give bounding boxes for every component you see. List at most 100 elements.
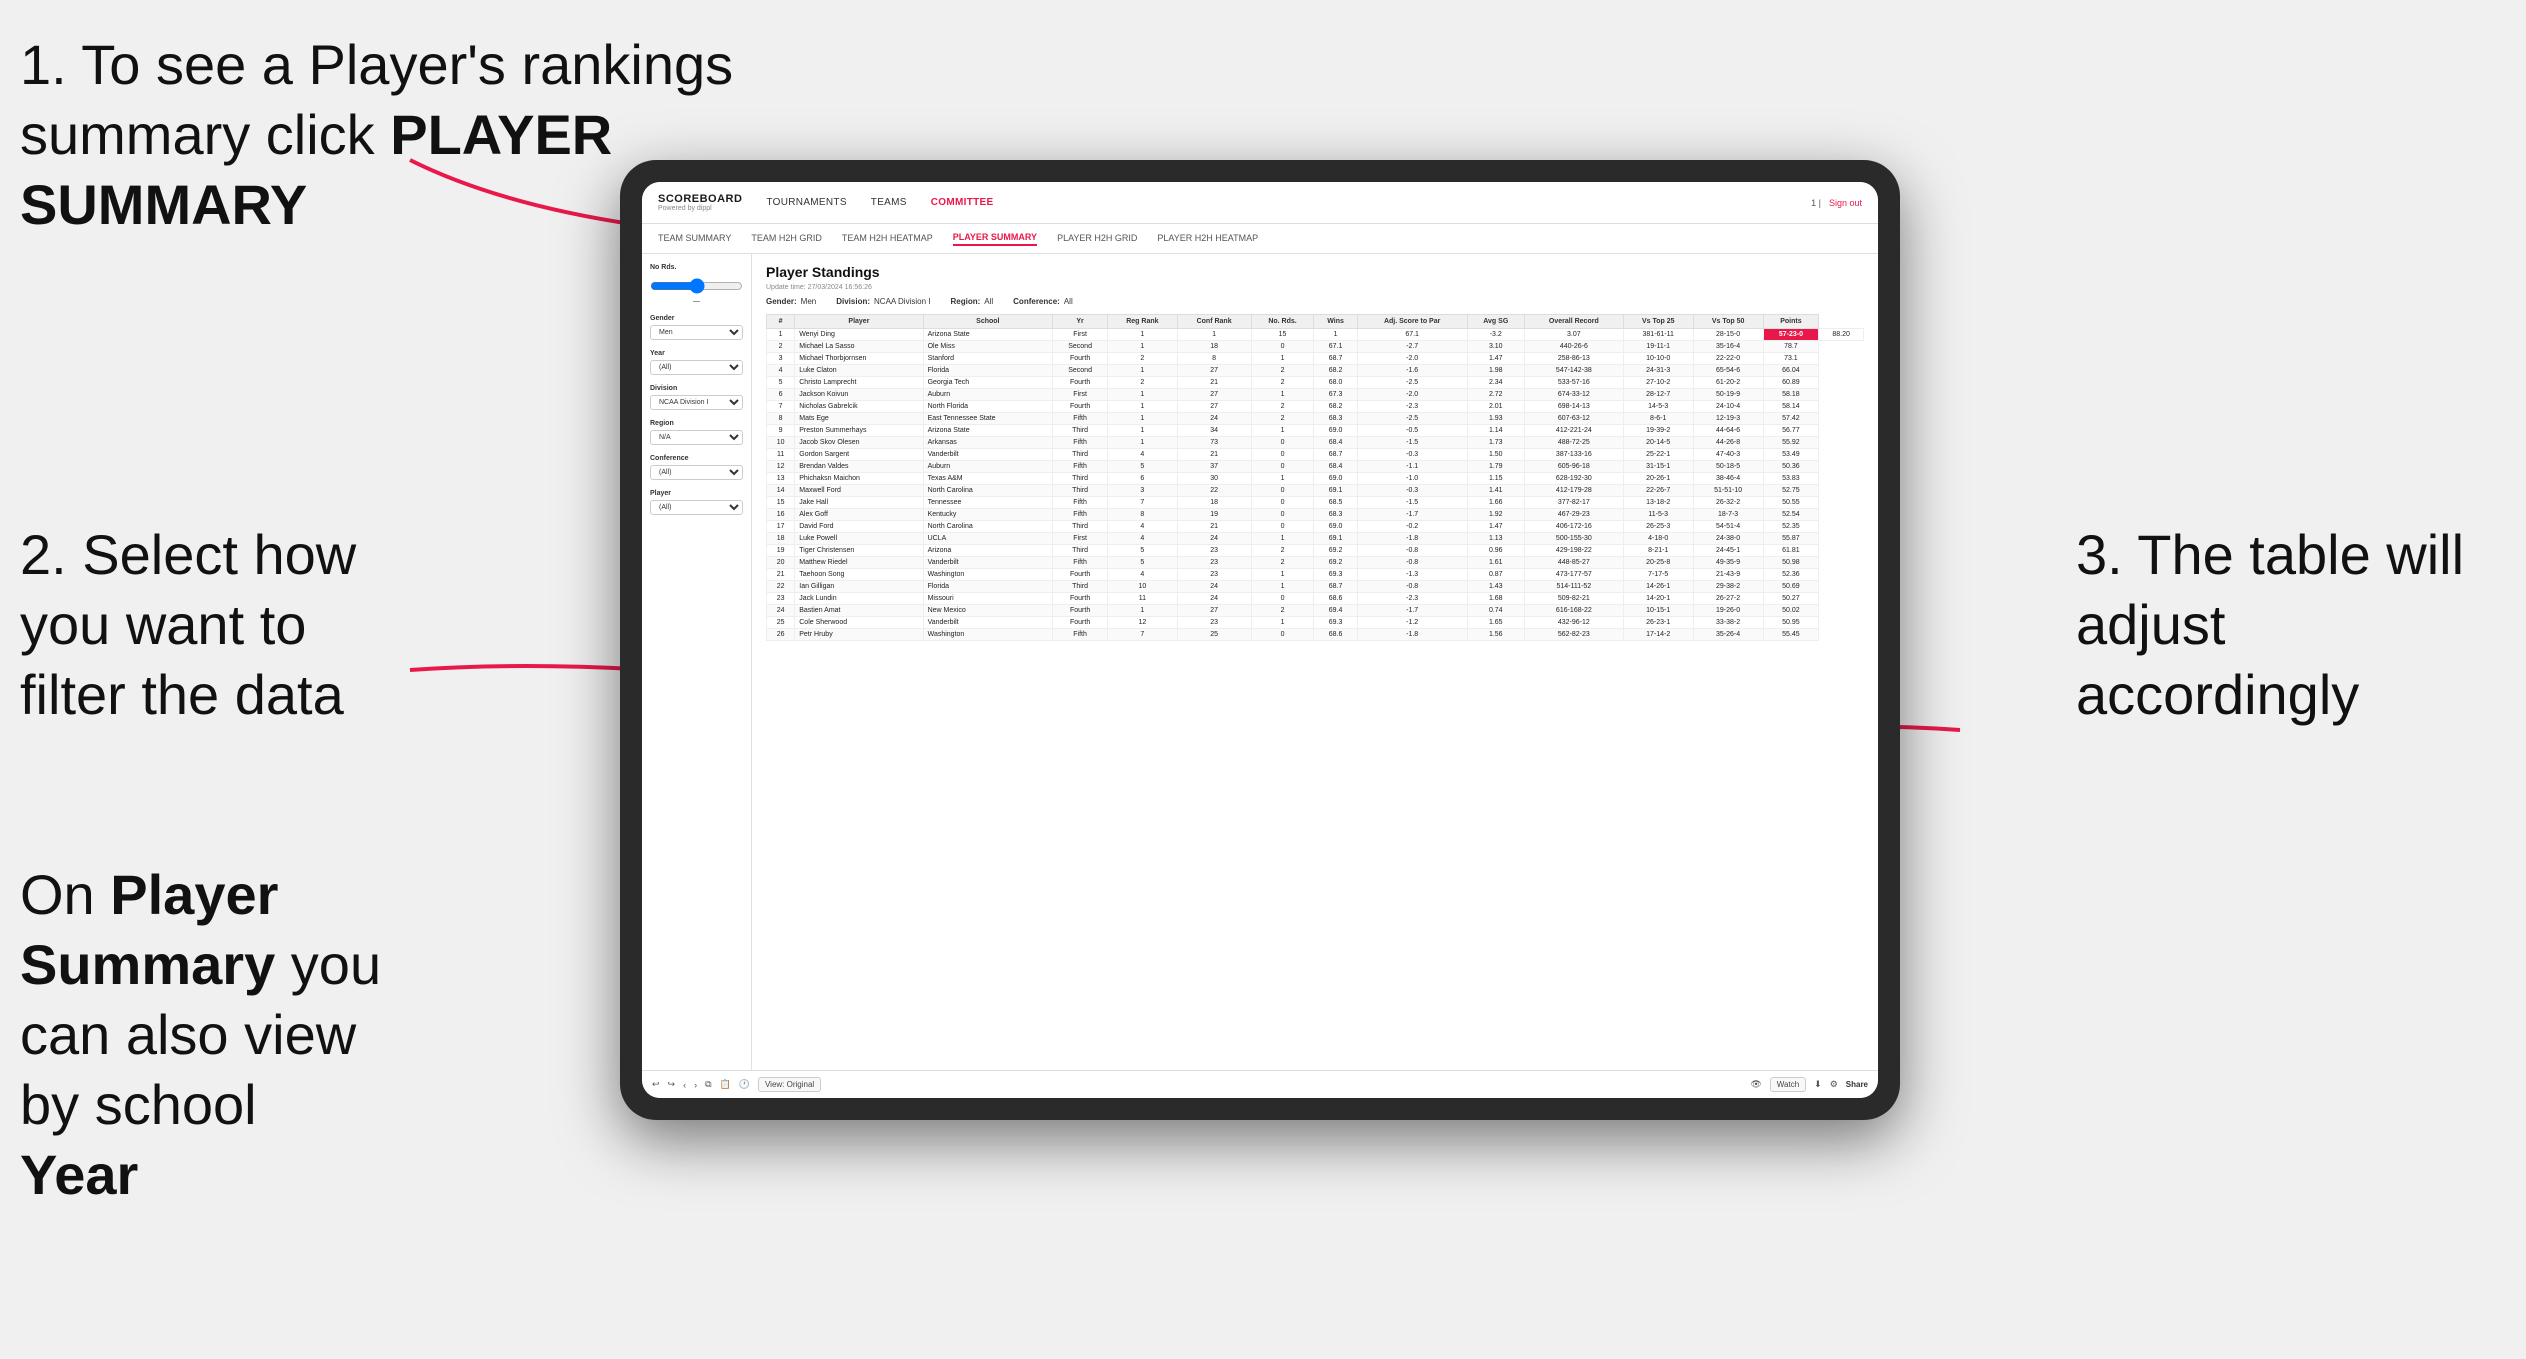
back-icon[interactable]: ‹ <box>683 1080 686 1090</box>
nav-committee[interactable]: COMMITTEE <box>931 197 994 208</box>
sidebar-player: Player (All) <box>650 490 743 515</box>
annotation-right: 3. The table will adjust accordingly <box>2076 520 2496 730</box>
subnav-player-summary[interactable]: PLAYER SUMMARY <box>953 232 1037 246</box>
annotation-bottom-bold1: Player <box>110 863 278 926</box>
nav-tournaments[interactable]: TOURNAMENTS <box>766 197 846 208</box>
sidebar-year: Year (All) <box>650 350 743 375</box>
watch-button[interactable]: Watch <box>1770 1077 1806 1092</box>
sidebar-player-select[interactable]: (All) <box>650 500 743 515</box>
tablet-screen: SCOREBOARD Powered by dippl TOURNAMENTS … <box>642 182 1878 1098</box>
annotation-line1: 1. To see a Player's rankings <box>20 33 733 96</box>
subnav-player-h2h-heatmap[interactable]: PLAYER H2H HEATMAP <box>1157 233 1258 245</box>
redo-icon[interactable]: ↪ <box>668 1079 676 1090</box>
annotation-bottom-on: On <box>20 863 110 926</box>
table-header: Player Standings Update time: 27/03/2024… <box>766 264 1864 306</box>
sidebar-conference-label: Conference <box>650 455 743 462</box>
annotation-right-line1: 3. The table will <box>2076 523 2464 586</box>
sidebar-player-label: Player <box>650 490 743 497</box>
sign-out-link[interactable]: Sign out <box>1829 198 1862 208</box>
annotation-right-line2: adjust accordingly <box>2076 593 2359 726</box>
watch-icon[interactable]: 👁 <box>1750 1079 1761 1090</box>
undo-icon[interactable]: ↩ <box>652 1079 660 1090</box>
table-row: 13Phichaksn MaichonTexas A&MThird630169.… <box>767 473 1864 485</box>
annotation-bottom-canalso: can also view <box>20 1003 356 1066</box>
col-avg-sg: Avg SG <box>1467 315 1524 329</box>
subnav-player-h2h-grid[interactable]: PLAYER H2H GRID <box>1057 233 1137 245</box>
sidebar-gender-select[interactable]: Men <box>650 325 743 340</box>
sidebar-year-label: Year <box>650 350 743 357</box>
copy-icon[interactable]: ⧉ <box>705 1079 711 1090</box>
table-update: Update time: 27/03/2024 16:56:26 <box>766 284 1864 291</box>
annotation-middle-line1: 2. Select how <box>20 523 356 586</box>
table-row: 2Michael La SassoOle MissSecond118067.1-… <box>767 341 1864 353</box>
table-row: 24Bastien AmatNew MexicoFourth127269.4-1… <box>767 605 1864 617</box>
table-row: 8Mats EgeEast Tennessee StateFifth124268… <box>767 413 1864 425</box>
subnav-team-summary[interactable]: TEAM SUMMARY <box>658 233 731 245</box>
nav-right: 1 | Sign out <box>1811 198 1862 208</box>
table-row: 22Ian GilliganFloridaThird1024168.7-0.81… <box>767 581 1864 593</box>
filter-division-value: NCAA Division I <box>874 297 930 306</box>
clock-icon[interactable]: 🕐 <box>739 1079 750 1090</box>
table-row: 14Maxwell FordNorth CarolinaThird322069.… <box>767 485 1864 497</box>
sidebar-division: Division NCAA Division I <box>650 385 743 410</box>
annotation-bottom-left: On Player Summary you can also view by s… <box>20 860 390 1210</box>
sidebar-no-rds: No Rds. — <box>650 264 743 305</box>
sidebar-division-label: Division <box>650 385 743 392</box>
nav-links: TOURNAMENTS TEAMS COMMITTEE <box>766 197 1811 208</box>
table-row: 5Christo LamprechtGeorgia TechFourth2212… <box>767 377 1864 389</box>
subnav-team-h2h-heatmap[interactable]: TEAM H2H HEATMAP <box>842 233 933 245</box>
main-content: No Rds. — Gender Men Year (All) <box>642 254 1878 1070</box>
filter-conference: Conference: All <box>1013 297 1073 306</box>
table-row: 7Nicholas GabrelcikNorth FloridaFourth12… <box>767 401 1864 413</box>
nav-teams[interactable]: TEAMS <box>871 197 907 208</box>
annotation-middle-line2: you want to <box>20 593 306 656</box>
settings-icon[interactable]: ⚙ <box>1830 1079 1838 1090</box>
filter-conference-label: Conference: <box>1013 297 1060 306</box>
filter-conference-value: All <box>1064 297 1073 306</box>
table-row: 12Brendan ValdesAuburnFifth537068.4-1.11… <box>767 461 1864 473</box>
col-vs50: Vs Top 50 <box>1693 315 1763 329</box>
table-title: Player Standings <box>766 264 1864 280</box>
logo-subtitle: Powered by dippl <box>658 205 742 212</box>
filter-division-label: Division: <box>836 297 870 306</box>
logo: SCOREBOARD Powered by dippl <box>658 194 742 212</box>
col-conf-rank: Conf Rank <box>1177 315 1251 329</box>
sub-nav: TEAM SUMMARY TEAM H2H GRID TEAM H2H HEAT… <box>642 224 1878 254</box>
filter-division: Division: NCAA Division I <box>836 297 930 306</box>
paste-icon[interactable]: 📋 <box>720 1079 731 1090</box>
sidebar-division-select[interactable]: NCAA Division I <box>650 395 743 410</box>
subnav-team-h2h-grid[interactable]: TEAM H2H GRID <box>751 233 822 245</box>
share-button[interactable]: Share <box>1846 1080 1868 1089</box>
sidebar-region-select[interactable]: N/A <box>650 430 743 445</box>
no-rds-slider[interactable] <box>650 278 743 294</box>
table-row: 25Cole SherwoodVanderbiltFourth1223169.3… <box>767 617 1864 629</box>
col-adj-score: Adj. Score to Par <box>1357 315 1467 329</box>
forward-icon[interactable]: › <box>694 1080 697 1090</box>
col-vs25: Vs Top 25 <box>1623 315 1693 329</box>
table-row: 19Tiger ChristensenArizonaThird523269.2-… <box>767 545 1864 557</box>
table-row: 3Michael ThorbjornsenStanfordFourth28168… <box>767 353 1864 365</box>
table-header-row: # Player School Yr Reg Rank Conf Rank No… <box>767 315 1864 329</box>
sidebar-year-select[interactable]: (All) <box>650 360 743 375</box>
table-row: 1Wenyi DingArizona StateFirst1115167.1-3… <box>767 329 1864 341</box>
table-row: 6Jackson KoivunAuburnFirst127167.3-2.02.… <box>767 389 1864 401</box>
player-standings-table: # Player School Yr Reg Rank Conf Rank No… <box>766 314 1864 641</box>
bottom-toolbar: ↩ ↪ ‹ › ⧉ 📋 🕐 View: Original 👁 Watch ⬇ ⚙… <box>642 1070 1878 1098</box>
annotation-middle-left: 2. Select how you want to filter the dat… <box>20 520 400 730</box>
table-row: 21Taehoon SongWashingtonFourth423169.3-1… <box>767 569 1864 581</box>
filter-region-value: All <box>984 297 993 306</box>
annotation-bottom-summary: Summary <box>20 933 275 996</box>
sidebar-conference-select[interactable]: (All) <box>650 465 743 480</box>
filter-row: Gender: Men Division: NCAA Division I Re… <box>766 297 1864 306</box>
annotation-bottom-year: Year <box>20 1143 138 1206</box>
col-player: Player <box>795 315 923 329</box>
view-button[interactable]: View: Original <box>758 1077 821 1092</box>
sidebar-gender: Gender Men <box>650 315 743 340</box>
download-icon[interactable]: ⬇ <box>1814 1079 1822 1090</box>
col-wins: Wins <box>1314 315 1357 329</box>
table-row: 20Matthew RiedelVanderbiltFifth523269.2-… <box>767 557 1864 569</box>
col-school: School <box>923 315 1052 329</box>
table-area: Player Standings Update time: 27/03/2024… <box>752 254 1878 1070</box>
sidebar-region-label: Region <box>650 420 743 427</box>
table-row: 18Luke PowellUCLAFirst424169.1-1.81.1350… <box>767 533 1864 545</box>
